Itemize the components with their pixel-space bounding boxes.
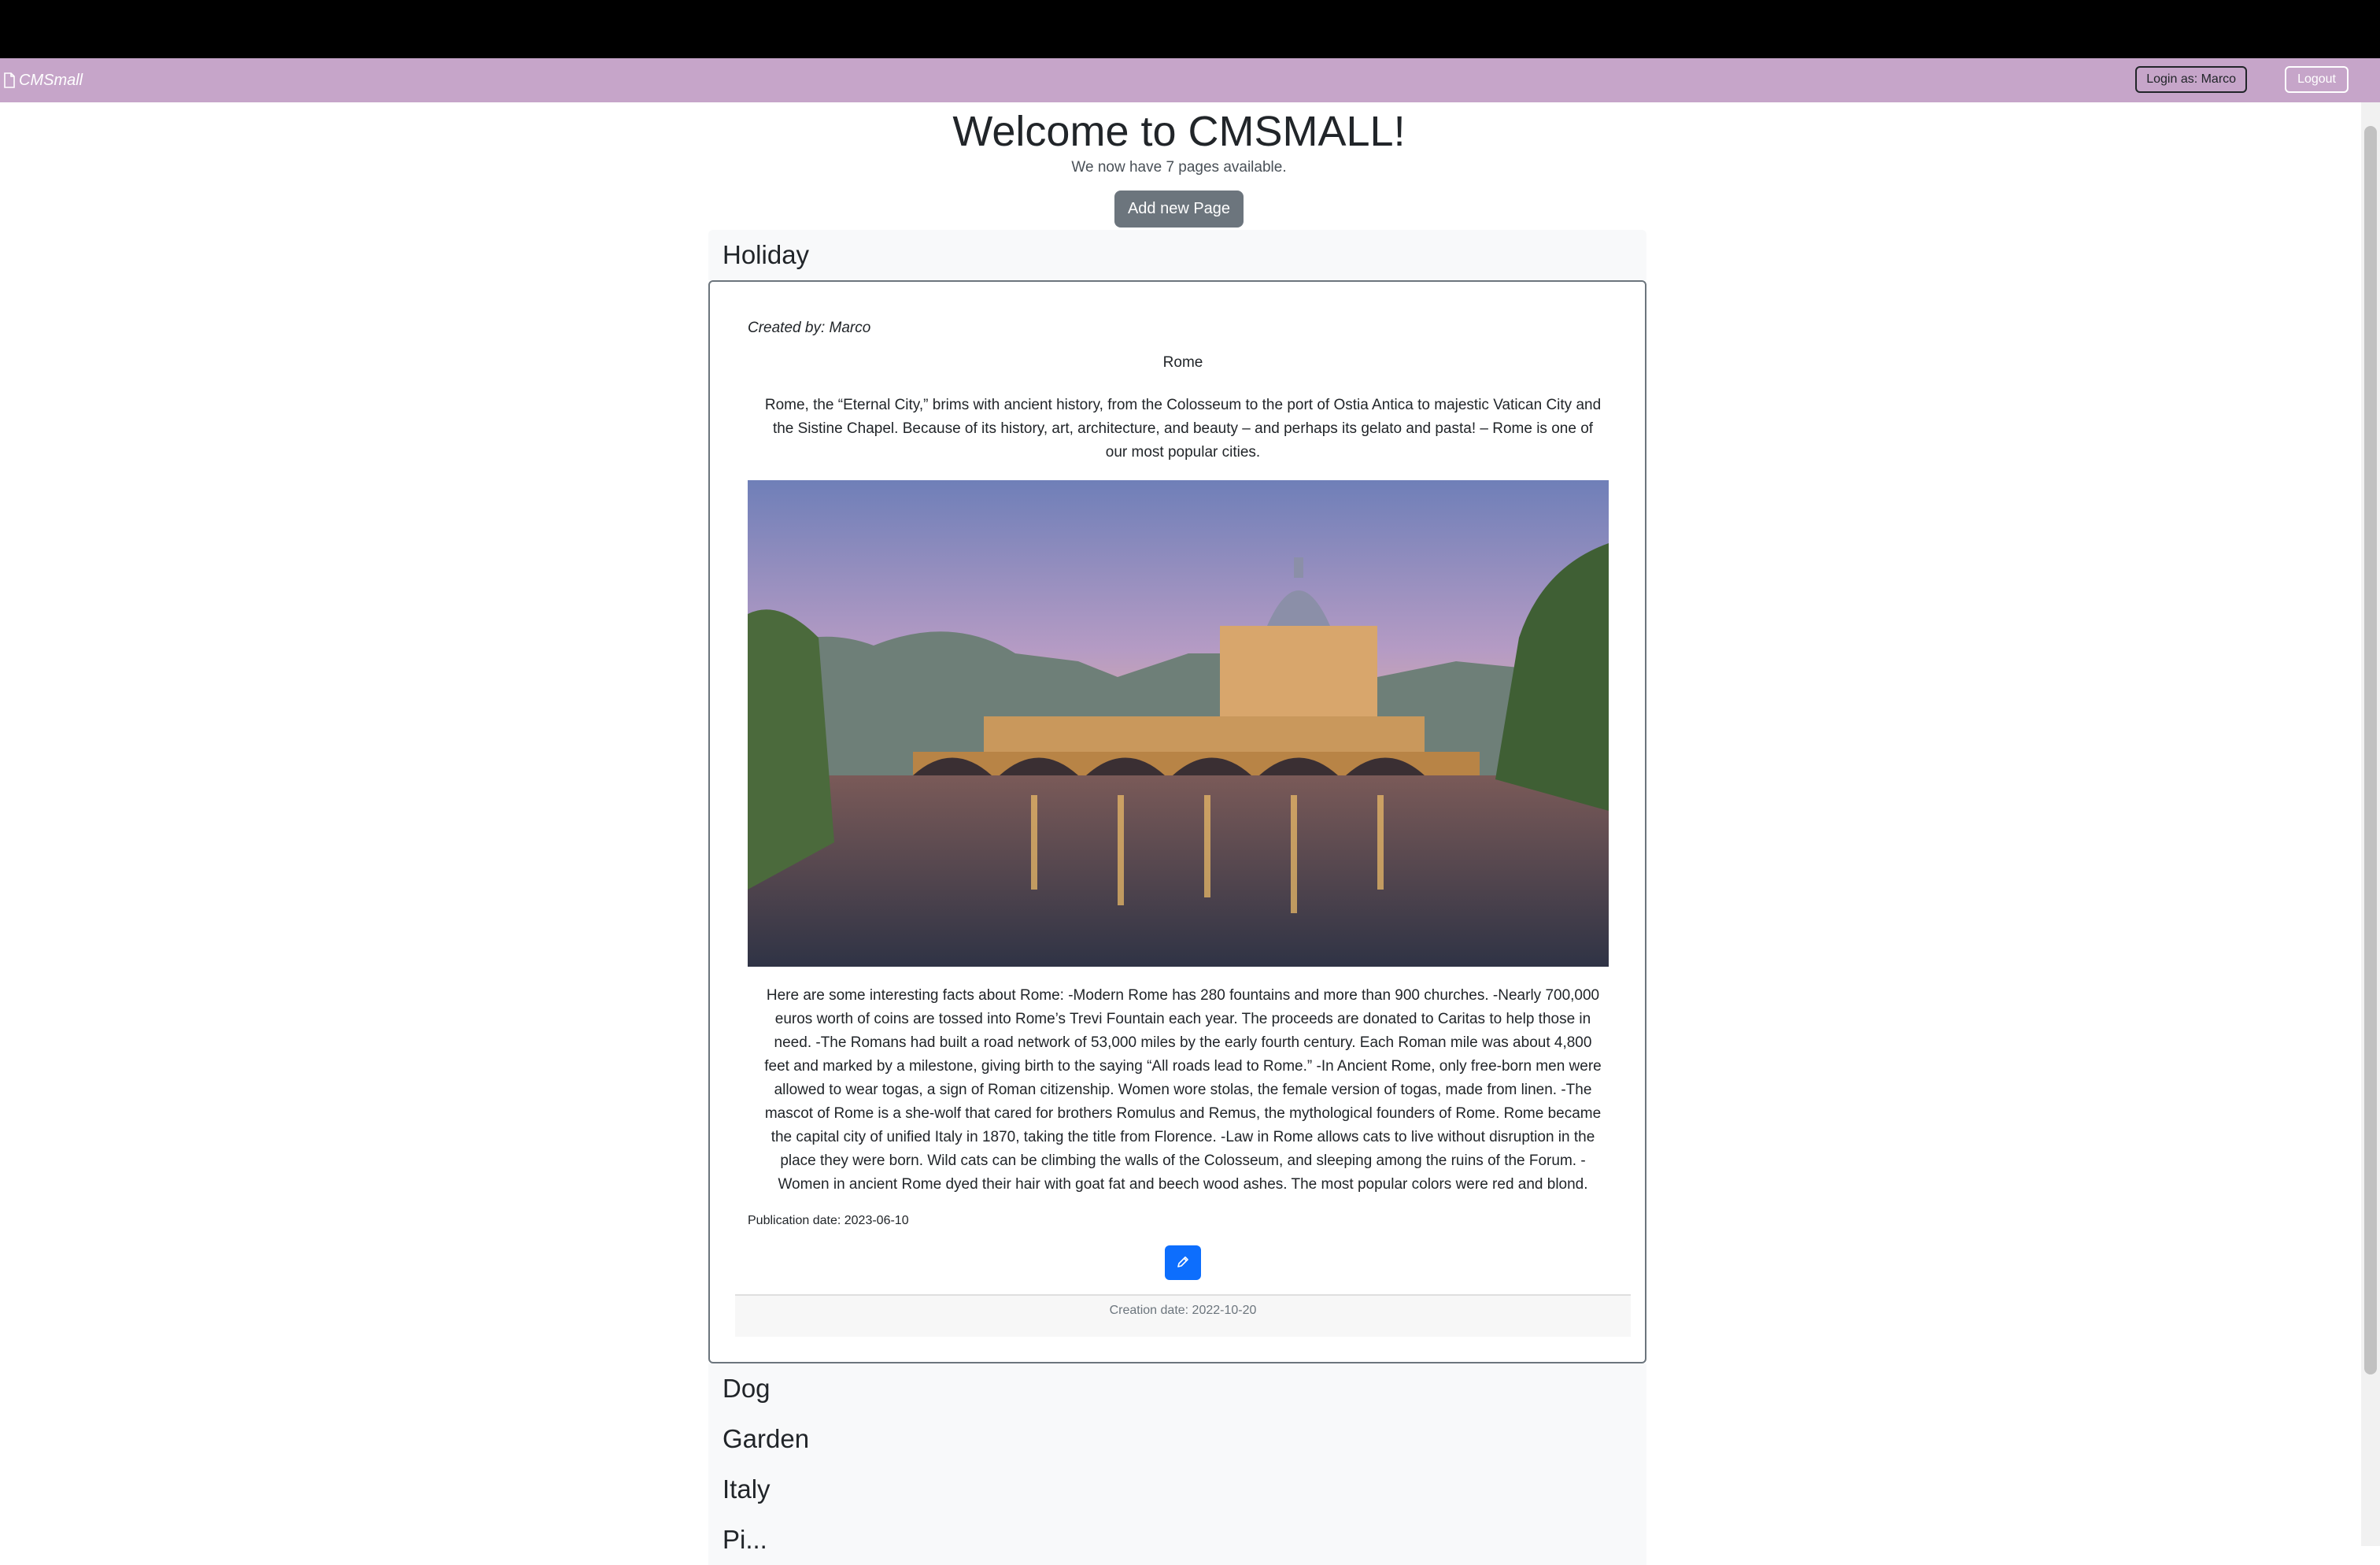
content-paragraph: Rome, the “Eternal City,” brims with anc… [764, 397, 1602, 461]
login-button[interactable]: Login as: Marco [2135, 66, 2248, 93]
accordion-header-dog[interactable]: Dog [708, 1363, 1646, 1414]
brand[interactable]: CMSmall [3, 72, 83, 90]
created-by: Created by: Marco [748, 320, 871, 336]
content-paragraph: Here are some interesting facts about Ro… [764, 987, 1602, 1193]
pages-accordion: Holiday Created by: Marco Rome Rome, the… [708, 230, 1646, 1565]
accordion-header-italy[interactable]: Italy [708, 1464, 1646, 1515]
page-title: Welcome to CMSMALL! [952, 108, 1406, 155]
navbar: CMSmall Login as: Marco Logout [0, 58, 2380, 102]
logout-button[interactable]: Logout [2285, 66, 2349, 93]
content-header: Rome [1162, 354, 1203, 371]
edit-page-button[interactable] [1165, 1245, 1201, 1280]
accordion-header-partial[interactable]: Pi... [708, 1515, 1646, 1565]
pencil-icon [1175, 1254, 1191, 1272]
publication-date: Publication date: 2023-06-10 [748, 1214, 909, 1227]
accordion-header-garden[interactable]: Garden [708, 1414, 1646, 1464]
add-page-button[interactable]: Add new Page [1114, 191, 1244, 228]
window-top-bar [0, 0, 2380, 58]
scrollbar-thumb[interactable] [2364, 126, 2377, 1374]
accordion-body-holiday: Created by: Marco Rome Rome, the “Eterna… [708, 280, 1646, 1363]
creation-date: Creation date: 2022-10-20 [735, 1294, 1631, 1337]
document-icon [3, 72, 16, 88]
main-content: Welcome to CMSMALL! We now have 7 pages … [0, 102, 2358, 228]
accordion-header-holiday[interactable]: Holiday [708, 230, 1646, 280]
brand-name: CMSmall [19, 71, 83, 89]
rome-photo [748, 480, 1609, 967]
pages-count-text: We now have 7 pages available. [1071, 159, 1287, 176]
